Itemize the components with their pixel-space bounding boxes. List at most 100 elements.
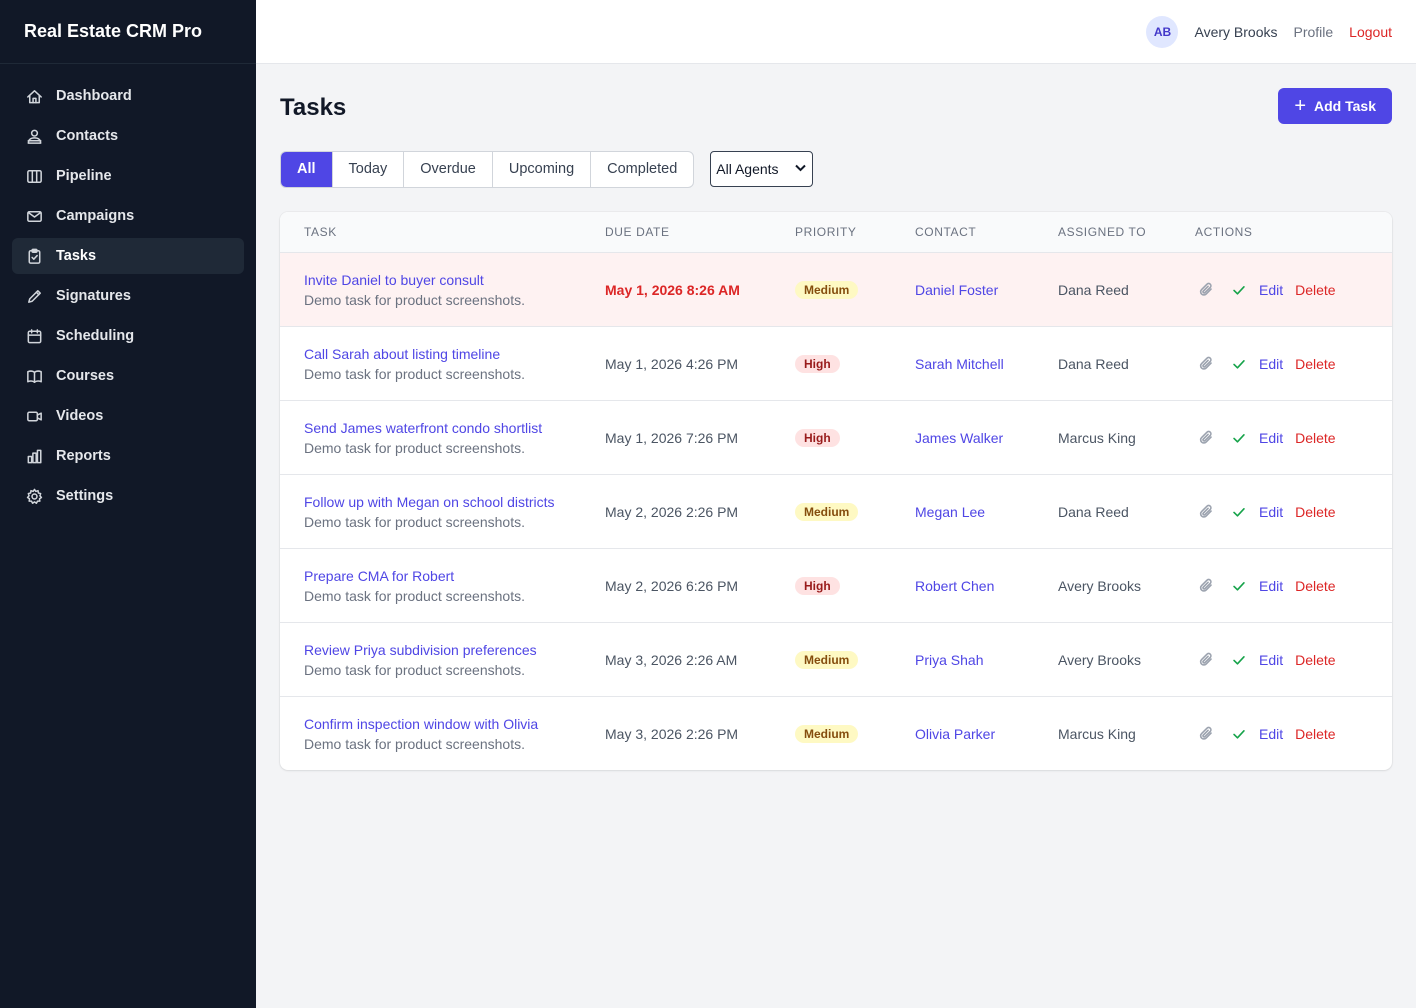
edit-button[interactable]: Edit (1259, 578, 1283, 594)
header-assigned-to: ASSIGNED TO (1058, 225, 1147, 239)
clipboard-check-icon (24, 246, 44, 266)
top-bar: AB Avery Brooks Profile Logout (256, 0, 1416, 64)
check-icon[interactable] (1229, 502, 1249, 522)
task-cell: Call Sarah about listing timeline Demo ta… (280, 346, 605, 382)
tab-completed[interactable]: Completed (591, 152, 693, 187)
page-title: Tasks (280, 94, 347, 121)
gear-icon (24, 486, 44, 506)
edit-button[interactable]: Edit (1259, 726, 1283, 742)
sidebar-item-videos[interactable]: Videos (12, 398, 244, 434)
contact-link[interactable]: James Walker (915, 430, 1003, 446)
edit-button[interactable]: Edit (1259, 356, 1283, 372)
table-row: Send James waterfront condo shortlist Dem… (280, 401, 1392, 475)
check-icon[interactable] (1229, 280, 1249, 300)
task-title-link[interactable]: Follow up with Megan on school districts (304, 494, 605, 510)
sidebar-item-courses[interactable]: Courses (12, 358, 244, 394)
contact-link[interactable]: Olivia Parker (915, 726, 995, 742)
logout-link[interactable]: Logout (1349, 24, 1392, 40)
sidebar-item-label: Settings (56, 488, 114, 504)
edit-button[interactable]: Edit (1259, 652, 1283, 668)
sidebar-item-pipeline[interactable]: Pipeline (12, 158, 244, 194)
mail-icon (24, 206, 44, 226)
contact-cell: Priya Shah (915, 652, 1058, 668)
task-description: Demo task for product screenshots. (304, 735, 525, 752)
add-task-button[interactable]: + Add Task (1278, 88, 1392, 124)
check-icon[interactable] (1229, 650, 1249, 670)
contact-link[interactable]: Megan Lee (915, 504, 985, 520)
delete-button[interactable]: Delete (1295, 578, 1335, 594)
edit-button[interactable]: Edit (1259, 504, 1283, 520)
profile-link[interactable]: Profile (1293, 24, 1333, 40)
priority-badge: Medium (795, 280, 859, 299)
edit-button[interactable]: Edit (1259, 282, 1283, 298)
task-description: Demo task for product screenshots. (304, 587, 525, 604)
avatar[interactable]: AB (1146, 15, 1179, 48)
priority-cell: High (795, 428, 915, 447)
task-description: Demo task for product screenshots. (304, 439, 525, 456)
sidebar-item-signatures[interactable]: Signatures (12, 278, 244, 314)
task-title-link[interactable]: Review Priya subdivision preferences (304, 642, 605, 658)
paperclip-icon[interactable] (1197, 428, 1217, 448)
calendar-icon (24, 326, 44, 346)
edit-button[interactable]: Edit (1259, 430, 1283, 446)
delete-button[interactable]: Delete (1295, 504, 1335, 520)
actions-cell: Edit Delete (1195, 576, 1392, 596)
priority-cell: Medium (795, 724, 915, 743)
due-date: May 2, 2026 6:26 PM (605, 577, 739, 594)
contact-cell: Megan Lee (915, 504, 1058, 520)
priority-cell: High (795, 354, 915, 373)
paperclip-icon[interactable] (1197, 724, 1217, 744)
task-title-link[interactable]: Call Sarah about listing timeline (304, 346, 605, 362)
paperclip-icon[interactable] (1197, 650, 1217, 670)
task-title-link[interactable]: Invite Daniel to buyer consult (304, 272, 605, 288)
sidebar-item-label: Scheduling (56, 328, 135, 344)
due-date: May 3, 2026 2:26 AM (605, 651, 738, 668)
check-icon[interactable] (1229, 354, 1249, 374)
header-priority: PRIORITY (795, 225, 857, 239)
delete-button[interactable]: Delete (1295, 726, 1335, 742)
add-task-label: Add Task (1314, 98, 1376, 114)
delete-button[interactable]: Delete (1295, 430, 1335, 446)
check-icon[interactable] (1229, 724, 1249, 744)
task-cell: Invite Daniel to buyer consult Demo task … (280, 272, 605, 308)
delete-button[interactable]: Delete (1295, 652, 1335, 668)
delete-button[interactable]: Delete (1295, 282, 1335, 298)
paperclip-icon[interactable] (1197, 280, 1217, 300)
sidebar-item-campaigns[interactable]: Campaigns (12, 198, 244, 234)
header-actions: ACTIONS (1195, 225, 1253, 239)
tab-overdue[interactable]: Overdue (404, 151, 493, 187)
due-date: May 2, 2026 2:26 PM (605, 503, 739, 520)
sidebar-item-dashboard[interactable]: Dashboard (12, 78, 244, 114)
contact-link[interactable]: Robert Chen (915, 578, 994, 594)
sidebar-item-contacts[interactable]: Contacts (12, 118, 244, 154)
contact-cell: James Walker (915, 430, 1058, 446)
agent-select[interactable]: All Agents (710, 151, 814, 187)
task-title-link[interactable]: Send James waterfront condo shortlist (304, 420, 605, 436)
task-title-link[interactable]: Confirm inspection window with Olivia (304, 716, 605, 732)
contact-link[interactable]: Priya Shah (915, 652, 983, 668)
contact-link[interactable]: Sarah Mitchell (915, 356, 1004, 372)
sidebar-item-tasks[interactable]: Tasks (12, 238, 244, 274)
contact-link[interactable]: Daniel Foster (915, 282, 998, 298)
tab-all[interactable]: All (281, 151, 333, 187)
paperclip-icon[interactable] (1197, 502, 1217, 522)
sidebar-item-scheduling[interactable]: Scheduling (12, 318, 244, 354)
book-icon (24, 366, 44, 386)
sidebar-item-reports[interactable]: Reports (12, 438, 244, 474)
delete-button[interactable]: Delete (1295, 356, 1335, 372)
paperclip-icon[interactable] (1197, 354, 1217, 374)
tab-today[interactable]: Today (333, 151, 405, 187)
check-icon[interactable] (1229, 428, 1249, 448)
contact-cell: Robert Chen (915, 578, 1058, 594)
sidebar-item-label: Tasks (56, 248, 97, 264)
check-icon[interactable] (1229, 576, 1249, 596)
agent-select-value: All Agents (716, 161, 779, 177)
sidebar: Real Estate CRM Pro Dashboard Contacts Pip… (0, 0, 256, 1008)
tab-upcoming[interactable]: Upcoming (493, 151, 592, 187)
paperclip-icon[interactable] (1197, 576, 1217, 596)
actions-cell: Edit Delete (1195, 280, 1392, 300)
task-title-link[interactable]: Prepare CMA for Robert (304, 568, 605, 584)
task-cell: Send James waterfront condo shortlist Dem… (280, 420, 605, 456)
sidebar-item-settings[interactable]: Settings (12, 478, 244, 514)
actions-cell: Edit Delete (1195, 650, 1392, 670)
